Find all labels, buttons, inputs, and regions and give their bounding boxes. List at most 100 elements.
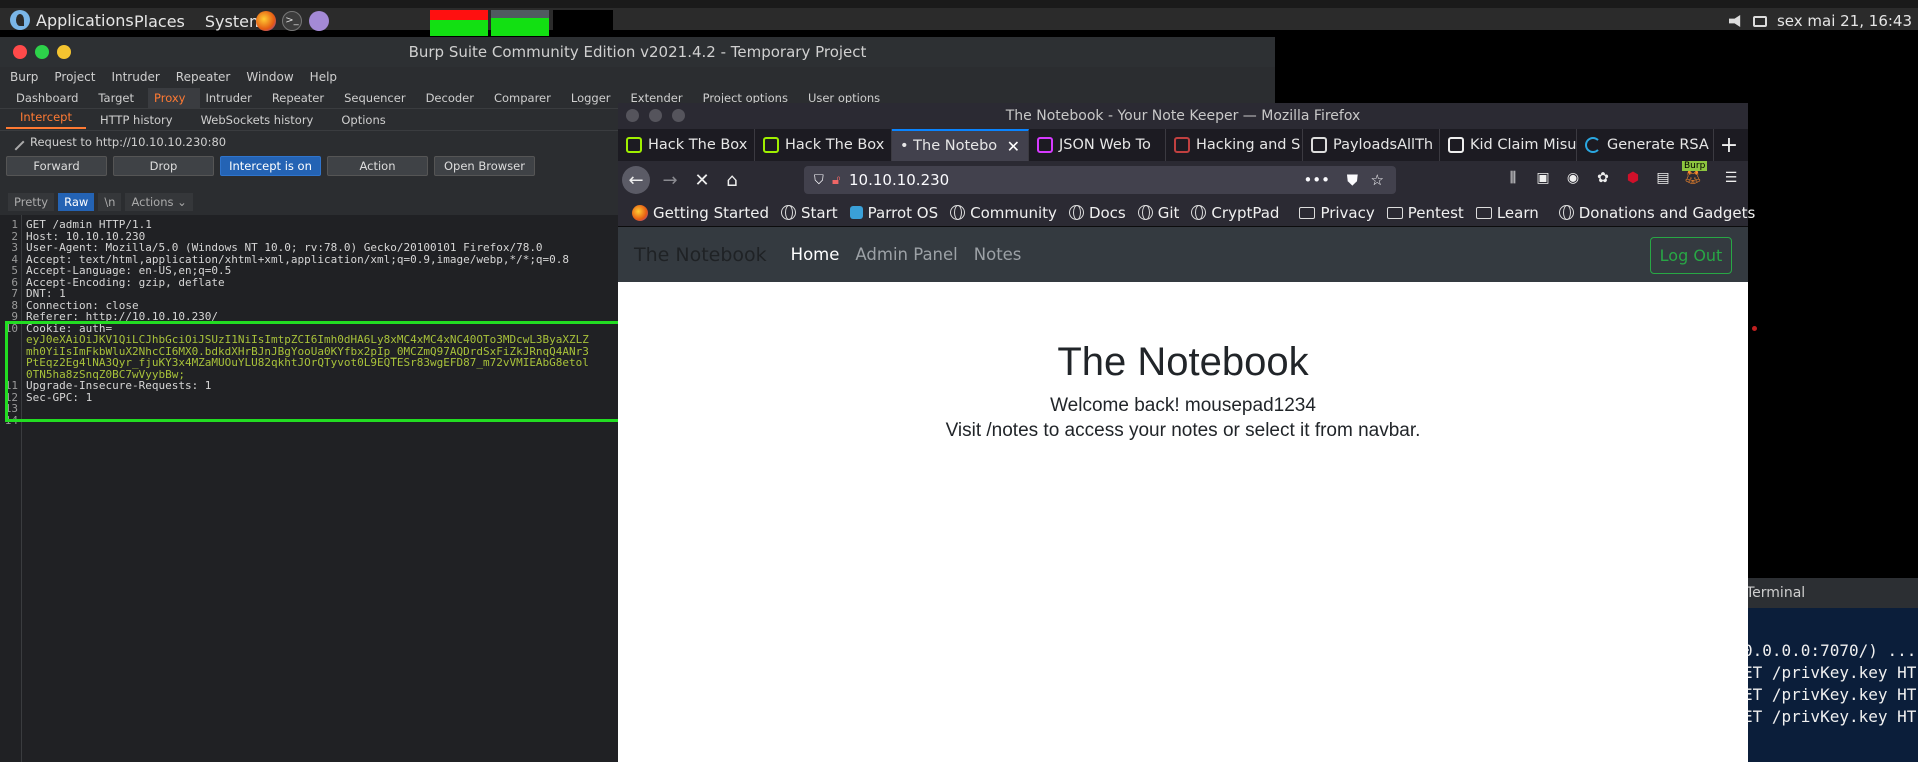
nav-link-notes[interactable]: Notes <box>974 245 1022 264</box>
minimize-window-icon[interactable] <box>649 109 662 122</box>
site-brand[interactable]: The Notebook <box>634 244 767 266</box>
places-menu[interactable]: Places <box>134 12 185 31</box>
tab-comparer[interactable]: Comparer <box>488 91 565 108</box>
bookmark-cryptpad[interactable]: CryptPad <box>1185 204 1285 222</box>
intercept-toggle-button[interactable]: Intercept is on <box>220 156 321 176</box>
browser-tab[interactable]: Hack The Box <box>618 129 755 161</box>
subtab-http-history[interactable]: HTTP history <box>86 113 187 127</box>
foxyproxy-icon[interactable]: 🦊︎ Burp <box>1682 161 1708 187</box>
subtab-intercept[interactable]: Intercept <box>6 110 86 129</box>
bookmark-donations-and-gadgets[interactable]: Donations and Gadgets <box>1553 204 1762 222</box>
minimize-window-icon[interactable] <box>57 45 71 59</box>
subtab-websockets-history[interactable]: WebSockets history <box>187 113 328 127</box>
action-button[interactable]: Action <box>327 156 428 176</box>
bookmark-label: Docs <box>1088 203 1126 222</box>
bookmark-git[interactable]: Git <box>1132 204 1186 222</box>
workspace-3-monitor[interactable] <box>553 10 613 36</box>
applications-menu[interactable]: Applications <box>10 10 134 30</box>
tab-target[interactable]: Target <box>92 91 148 108</box>
bookmark-docs[interactable]: Docs <box>1063 204 1132 222</box>
burp-badge: Burp <box>1682 161 1708 171</box>
browser-tab[interactable]: • The Notebo ✕ <box>892 129 1029 161</box>
menu-project[interactable]: Project <box>54 70 95 84</box>
library-icon[interactable]: ⫼ <box>1504 169 1522 187</box>
terminal-title: Terminal <box>1730 578 1918 608</box>
account-icon[interactable]: ◉ <box>1564 169 1582 187</box>
close-tab-icon[interactable]: ✕ <box>1007 137 1020 156</box>
raw-view-button[interactable]: Raw <box>58 193 95 211</box>
menu-intruder[interactable]: Intruder <box>111 70 159 84</box>
menu-repeater[interactable]: Repeater <box>176 70 231 84</box>
sidebar-icon[interactable]: ▣ <box>1534 169 1552 187</box>
bookmark-parrot-os[interactable]: Parrot OS <box>844 204 944 222</box>
tab-intruder[interactable]: Intruder <box>200 91 266 108</box>
container-icon[interactable]: ▤ <box>1654 169 1672 187</box>
firefox-launcher-icon[interactable] <box>256 11 276 31</box>
url-text[interactable]: 10.10.10.230 <box>849 171 949 189</box>
tab-label: Kid Claim Misu <box>1470 137 1577 153</box>
browser-tab[interactable]: Generate RSA <box>1577 129 1714 161</box>
firefox-window: The Notebook - Your Note Keeper — Mozill… <box>618 103 1755 762</box>
request-editor[interactable]: 1 2 3 4 5 6 7 8 9 10 11 12 13 14 GET /admin HTTP/1.1 H… <box>0 215 620 762</box>
bookmark-pentest[interactable]: Pentest <box>1381 204 1470 222</box>
newline-toggle-button[interactable]: \n <box>98 193 122 211</box>
clock[interactable]: sex mai 21, 16:43 <box>1777 12 1912 30</box>
display-icon[interactable] <box>1752 15 1767 27</box>
back-arrow-icon[interactable]: ← <box>622 166 650 194</box>
forward-arrow-icon[interactable]: → <box>656 166 684 194</box>
bookmark-community[interactable]: Community <box>944 204 1063 222</box>
desktop: Applications Places System >_ sex mai 21… <box>0 0 1918 762</box>
browser-tab[interactable]: Hack The Box <box>755 129 892 161</box>
nav-link-admin-panel[interactable]: Admin Panel <box>855 245 957 264</box>
browser-tab[interactable]: Kid Claim Misu <box>1440 129 1577 161</box>
tab-dashboard[interactable]: Dashboard <box>10 91 92 108</box>
page-actions-icon[interactable]: ••• <box>1303 171 1330 189</box>
actions-dropdown[interactable]: Actions ⌄ <box>125 193 193 211</box>
maximize-window-icon[interactable] <box>672 109 685 122</box>
terminal-window[interactable]: Terminal 0.0.0.0:7070/) ... ET /privKey.k… <box>1730 578 1918 762</box>
browser-tab[interactable]: Hacking and S <box>1166 129 1303 161</box>
tab-logger[interactable]: Logger <box>565 91 625 108</box>
pretty-view-button[interactable]: Pretty <box>8 193 55 211</box>
pocket-icon[interactable]: ⛊ <box>1347 171 1358 189</box>
close-window-icon[interactable] <box>13 45 27 59</box>
bookmark-learn[interactable]: Learn <box>1470 204 1545 222</box>
new-tab-button[interactable]: + <box>1714 129 1744 161</box>
log-out-button[interactable]: Log Out <box>1650 237 1732 274</box>
ublock-icon[interactable]: ⬢ <box>1624 169 1642 187</box>
close-window-icon[interactable] <box>626 109 639 122</box>
tab-proxy[interactable]: Proxy <box>147 88 200 108</box>
drop-button[interactable]: Drop <box>113 156 214 176</box>
bookmark-privacy[interactable]: Privacy <box>1293 204 1380 222</box>
tab-sequencer[interactable]: Sequencer <box>338 91 419 108</box>
tab-decoder[interactable]: Decoder <box>420 91 488 108</box>
maximize-window-icon[interactable] <box>35 45 49 59</box>
terminal-line: ET /privKey.key HT <box>1743 663 1917 682</box>
folder-icon <box>1386 206 1403 219</box>
bookmark-getting-started[interactable]: Getting Started <box>626 204 775 222</box>
subtab-options[interactable]: Options <box>327 113 399 127</box>
menu-help[interactable]: Help <box>310 70 337 84</box>
nav-link-home[interactable]: Home <box>791 245 840 264</box>
url-bar[interactable]: ⛉ 🔓︎ 10.10.10.230 ••• ⛊ ☆ <box>804 166 1396 194</box>
volume-icon[interactable] <box>1728 15 1741 27</box>
menu-burp[interactable]: Burp <box>10 70 38 84</box>
open-browser-button[interactable]: Open Browser <box>434 156 535 176</box>
forward-button[interactable]: Forward <box>6 156 107 176</box>
terminal-launcher-icon[interactable]: >_ <box>282 11 302 31</box>
insecure-lock-icon[interactable]: 🔓︎ <box>832 173 840 188</box>
stop-loading-icon[interactable]: ✕ <box>688 166 716 194</box>
bookmark-star-icon[interactable]: ☆ <box>1371 171 1384 189</box>
text-editor-launcher-icon[interactable] <box>309 11 329 31</box>
tab-repeater[interactable]: Repeater <box>266 91 338 108</box>
browser-tab[interactable]: PayloadsAllTh <box>1303 129 1440 161</box>
workspace-1-monitor[interactable] <box>430 10 488 36</box>
menu-window[interactable]: Window <box>246 70 293 84</box>
shield-icon[interactable]: ⛉ <box>814 173 824 188</box>
workspace-2-monitor[interactable] <box>491 10 549 36</box>
bookmark-start[interactable]: Start <box>775 204 844 222</box>
home-icon[interactable]: ⌂ <box>718 166 746 194</box>
extension-icon[interactable]: ✿ <box>1594 169 1612 187</box>
hamburger-menu-icon[interactable]: ☰ <box>1722 169 1740 187</box>
browser-tab[interactable]: JSON Web To <box>1029 129 1166 161</box>
